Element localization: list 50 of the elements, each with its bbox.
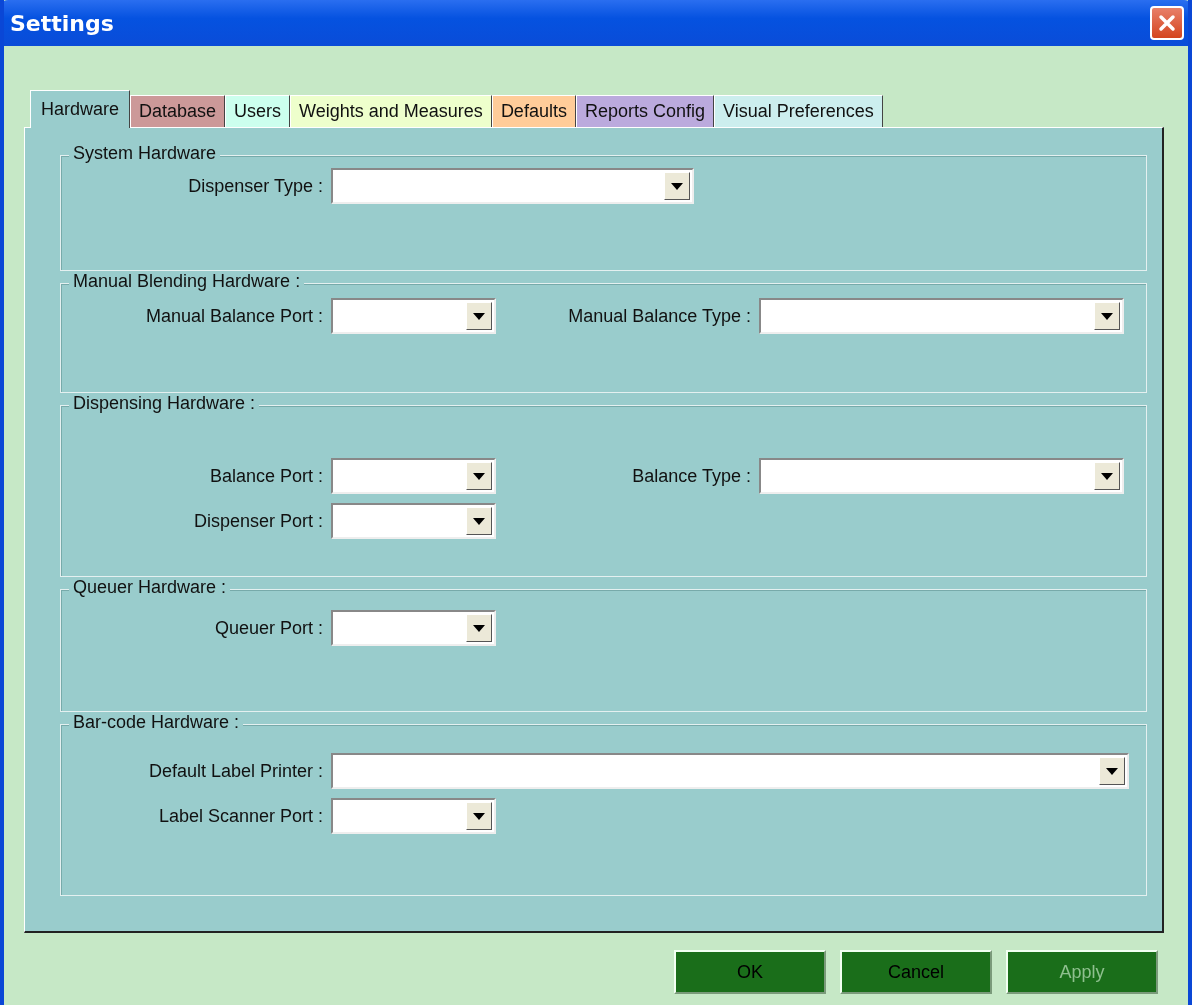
field-label: Dispenser Port : [192,510,324,532]
tab[interactable]: Database [130,95,226,127]
tab[interactable]: Visual Preferences [714,95,883,127]
tab[interactable]: Users [225,95,291,127]
dropdown-button[interactable] [664,172,690,200]
dropdown-field[interactable] [331,458,496,494]
caret-icon [473,312,485,320]
dropdown-field[interactable] [331,503,496,539]
group-title: Manual Blending Hardware : [69,271,305,292]
caret-icon [473,624,485,632]
tab[interactable]: Reports Config [575,95,714,127]
tab[interactable]: Weights and Measures [290,95,492,127]
field-label: Balance Type : [631,465,752,487]
caret-icon [1101,312,1113,320]
dropdown-field[interactable] [331,168,694,204]
group-title: System Hardware [69,143,221,164]
caret-icon [473,812,485,820]
dropdown-field[interactable] [331,610,496,646]
dropdown-button[interactable] [1094,462,1120,490]
dropdown-button[interactable] [466,614,492,642]
caret-icon [1101,472,1113,480]
field-label: Dispenser Type : [187,175,324,197]
dropdown-field[interactable] [331,753,1129,789]
group-title: Dispensing Hardware : [69,393,260,414]
window-title: Settings [10,10,114,36]
dropdown-field[interactable] [331,298,496,334]
caret-icon [671,182,683,190]
dropdown-button[interactable] [1099,757,1125,785]
dropdown-button[interactable] [466,302,492,330]
caret-icon [1106,767,1118,775]
tab[interactable]: Hardware [30,90,131,128]
dropdown-button[interactable] [1094,302,1120,330]
dropdown-button[interactable] [466,802,492,830]
dropdown-field[interactable] [759,298,1124,334]
tab[interactable]: Defaults [491,95,576,127]
dropdown-button[interactable] [466,462,492,490]
close-button[interactable] [1150,6,1184,40]
close-icon [1156,12,1178,34]
field-label: Manual Balance Port : [144,305,324,327]
field-label: Default Label Printer : [147,760,324,782]
group-title: Queuer Hardware : [69,577,231,598]
caret-icon [473,517,485,525]
dropdown-field[interactable] [331,798,496,834]
dropdown-button[interactable] [466,507,492,535]
field-label: Balance Port : [208,465,324,487]
caret-icon [473,472,485,480]
field-label: Queuer Port : [213,617,324,639]
field-label: Label Scanner Port : [157,805,324,827]
field-label: Manual Balance Type : [567,305,752,327]
dropdown-field[interactable] [759,458,1124,494]
